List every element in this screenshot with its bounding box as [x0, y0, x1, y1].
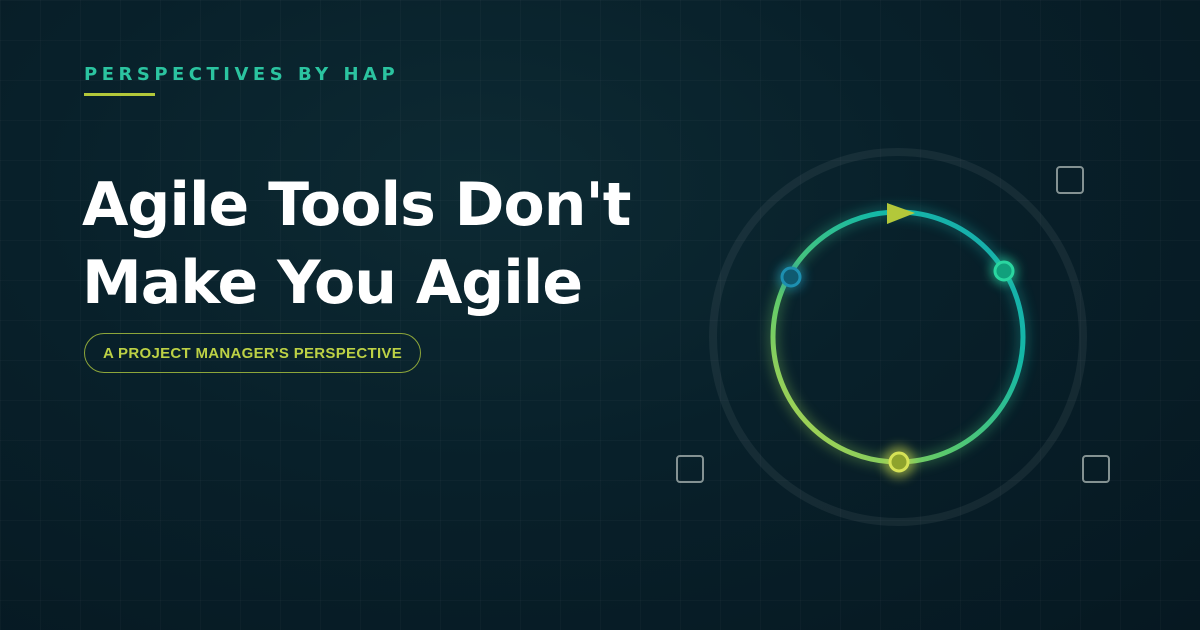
node-dot-left-icon	[780, 266, 802, 288]
cycle-illustration	[709, 148, 1087, 526]
square-outline-icon	[1056, 166, 1084, 194]
node-dot-right-icon	[993, 260, 1015, 282]
headline-line-1: Agile Tools Don't	[82, 170, 631, 240]
node-dot-bottom-icon	[888, 451, 910, 473]
square-outline-icon	[676, 455, 704, 483]
eyebrow-underline	[84, 93, 155, 96]
eyebrow-label: PERSPECTIVES BY HAP	[84, 64, 400, 85]
hero-canvas: PERSPECTIVES BY HAP Agile Tools Don't Ma…	[0, 0, 1200, 630]
cycle-arrow-icon	[887, 203, 915, 224]
square-outline-icon	[1082, 455, 1110, 483]
headline: Agile Tools Don't Make You Agile	[82, 166, 631, 322]
subtitle-pill: A PROJECT MANAGER'S PERSPECTIVE	[84, 333, 422, 373]
cycle-ring	[770, 209, 1026, 465]
headline-line-2: Make You Agile	[82, 248, 583, 318]
